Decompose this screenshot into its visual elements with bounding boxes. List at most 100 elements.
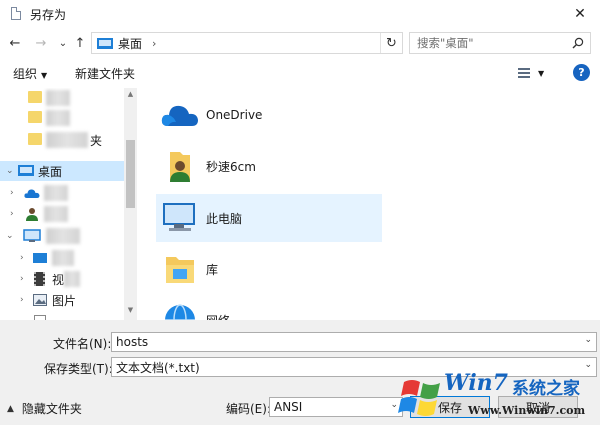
list-item-network[interactable]: 网络 xyxy=(156,296,382,320)
window-title: 另存为 xyxy=(30,7,67,22)
tree-item-desktop-sub[interactable]: › xyxy=(0,248,124,268)
tree-item-videos[interactable]: › 视 xyxy=(0,269,124,289)
search-placeholder: 搜索"桌面" xyxy=(417,36,474,50)
picture-icon xyxy=(33,294,47,306)
navigation-bar: ← → ⌄ ↑ 桌面 › ↻ 搜索"桌面" xyxy=(0,30,600,56)
refresh-button[interactable]: ↻ xyxy=(380,33,402,53)
network-icon xyxy=(165,304,195,320)
blurred-label xyxy=(44,185,68,201)
tree-item-this-pc[interactable]: ⌄ xyxy=(0,226,124,246)
search-input[interactable]: 搜索"桌面" xyxy=(409,32,591,54)
command-toolbar: 组织 ▼ 新建文件夹 ▼ ? xyxy=(0,60,600,86)
filetype-label: 保存类型(T): xyxy=(44,362,113,376)
chevron-down-icon: ▼ xyxy=(538,68,545,78)
close-button[interactable]: ✕ xyxy=(560,0,600,28)
expand-icon[interactable]: ⌄ xyxy=(6,166,14,176)
watermark-url: Www.Winwin7.com xyxy=(468,404,586,417)
blurred-label xyxy=(52,250,74,266)
organize-label: 组织 xyxy=(13,67,38,81)
tree-label: 视 xyxy=(52,272,65,287)
desktop-icon xyxy=(18,165,34,176)
computer-icon xyxy=(23,229,41,242)
expand-icon[interactable]: › xyxy=(20,295,24,305)
tree-item-onedrive[interactable]: › xyxy=(0,183,124,203)
blurred-label xyxy=(46,228,80,244)
scroll-down-icon[interactable]: ▼ xyxy=(124,306,137,318)
tree-item-pictures[interactable]: › 图片 xyxy=(0,290,124,310)
list-item-library[interactable]: 库 xyxy=(156,245,382,293)
expand-icon[interactable]: › xyxy=(20,253,24,263)
windows-logo-icon xyxy=(398,380,440,416)
desktop-icon xyxy=(97,37,113,49)
file-list: OneDrive 秒速6cm 此电脑 库 网络 xyxy=(138,88,600,320)
address-chevron[interactable]: › xyxy=(152,37,156,50)
expand-icon[interactable]: › xyxy=(10,209,14,219)
tree-label: 夹 xyxy=(90,133,103,148)
blurred-label xyxy=(46,90,70,106)
tree-item-partial[interactable] xyxy=(0,311,124,320)
computer-icon xyxy=(163,203,195,231)
recent-locations-button[interactable]: ⌄ xyxy=(54,33,72,53)
user-icon xyxy=(26,208,38,221)
item-label: 库 xyxy=(206,262,219,277)
watermark-brand: 系统之家 xyxy=(512,379,580,399)
list-item-onedrive[interactable]: OneDrive xyxy=(156,91,382,139)
filename-input[interactable]: hosts ⌄ xyxy=(111,332,597,352)
back-button[interactable]: ← xyxy=(6,33,24,53)
tree-item-user[interactable]: › xyxy=(0,204,124,224)
item-label: OneDrive xyxy=(206,108,263,122)
change-view-button[interactable]: ▼ xyxy=(518,65,548,81)
organize-menu[interactable]: 组织 ▼ xyxy=(13,65,47,82)
help-button[interactable]: ? xyxy=(573,64,590,81)
hide-folders-button[interactable]: ▲ 隐藏文件夹 xyxy=(7,400,82,417)
blurred-label xyxy=(46,110,70,126)
tree-label: 桌面 xyxy=(38,164,63,179)
chevron-up-icon: ▲ xyxy=(7,403,14,414)
notepad-icon xyxy=(9,7,23,21)
filename-value[interactable]: hosts xyxy=(116,335,148,349)
view-details-icon xyxy=(518,67,530,79)
up-button[interactable]: ↑ xyxy=(71,33,89,53)
expand-icon[interactable]: › xyxy=(10,188,14,198)
hide-folders-label: 隐藏文件夹 xyxy=(21,402,82,416)
list-item-this-pc[interactable]: 此电脑 xyxy=(156,194,382,242)
chevron-down-icon[interactable]: ⌄ xyxy=(584,335,592,345)
desktop-icon xyxy=(33,253,47,263)
film-icon xyxy=(34,272,45,286)
watermark: Win7 系统之家 Www.Winwin7.com xyxy=(398,366,598,424)
expand-icon[interactable]: › xyxy=(20,274,24,284)
watermark-win7-logo: Win7 xyxy=(444,370,508,396)
folder-icon xyxy=(28,91,42,103)
item-label: 网络 xyxy=(206,312,230,321)
address-bar[interactable]: 桌面 › ↻ xyxy=(91,32,403,54)
blurred-label xyxy=(46,132,88,148)
chevron-down-icon[interactable]: ⌄ xyxy=(390,400,398,410)
tree-item-quick-folder[interactable] xyxy=(0,88,124,108)
item-label: 此电脑 xyxy=(206,211,243,226)
tree-item-quick-folder[interactable]: 夹 xyxy=(0,130,124,150)
encoding-select[interactable]: ANSI ⌄ xyxy=(269,397,403,417)
navigation-pane: 夹 ⌄ 桌面 › › ⌄ › › 视 › 图片 xyxy=(0,88,138,320)
search-icon[interactable] xyxy=(572,37,584,49)
forward-button[interactable]: → xyxy=(32,33,50,53)
folder-icon xyxy=(28,111,42,123)
scrollbar-thumb[interactable] xyxy=(126,140,135,208)
encoding-value: ANSI xyxy=(274,400,303,414)
filetype-value: 文本文档(*.txt) xyxy=(116,360,200,375)
user-folder-icon xyxy=(170,152,190,182)
address-text[interactable]: 桌面 xyxy=(118,35,142,52)
list-item-user-folder[interactable]: 秒速6cm xyxy=(156,142,382,190)
tree-item-quick-folder[interactable] xyxy=(0,108,124,128)
navigation-pane-scrollbar[interactable]: ▲ ▼ xyxy=(124,88,137,320)
cloud-icon xyxy=(161,105,198,126)
expand-icon[interactable]: ⌄ xyxy=(6,231,14,241)
chevron-down-icon: ▼ xyxy=(41,71,48,80)
title-bar: 另存为 ✕ xyxy=(0,0,600,28)
filename-label: 文件名(N): xyxy=(53,337,112,351)
blurred-label xyxy=(44,206,68,222)
new-folder-button[interactable]: 新建文件夹 xyxy=(75,65,135,82)
tree-item-desktop[interactable]: ⌄ 桌面 xyxy=(0,161,124,181)
item-label: 秒速6cm xyxy=(206,159,256,174)
scroll-up-icon[interactable]: ▲ xyxy=(124,90,137,102)
blurred-label xyxy=(64,271,80,287)
